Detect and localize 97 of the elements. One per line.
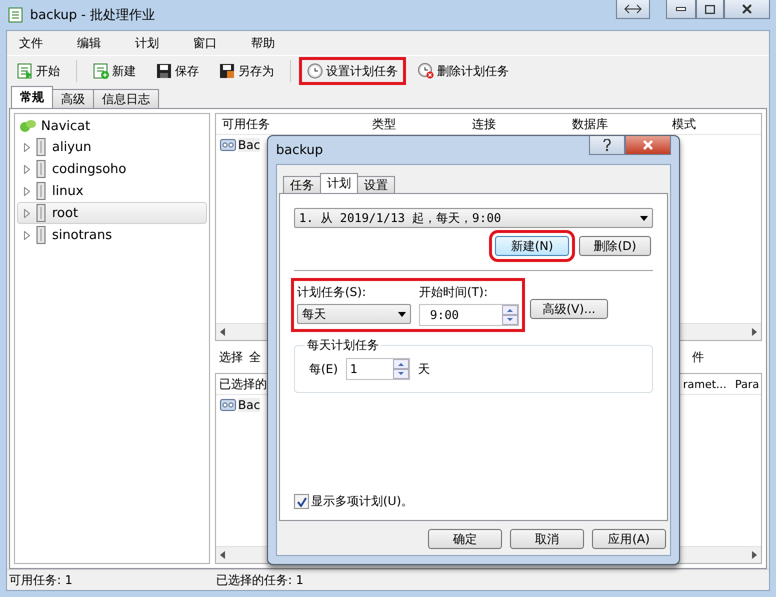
checkbox[interactable] (294, 494, 309, 509)
toolbar-button[interactable]: 删除计划任务 (410, 57, 517, 85)
toolbar-label[interactable]: 全 (249, 348, 261, 366)
task-name[interactable]: Bac (238, 138, 260, 152)
menu-item[interactable]: 帮助 (245, 34, 303, 52)
server-icon (36, 138, 46, 156)
close-icon (742, 4, 752, 14)
column-header[interactable]: 连接 (466, 116, 566, 132)
close-button[interactable] (724, 0, 770, 19)
clock-delete-icon (418, 63, 434, 79)
server-icon (36, 160, 46, 178)
save-icon (156, 63, 172, 79)
tree-root[interactable]: Navicat (41, 118, 90, 134)
schedule-dropdown[interactable]: 1. 从 2019/1/13 起，每天，9:00 (294, 208, 653, 228)
task-name[interactable]: Bac (238, 398, 260, 412)
dialog-button[interactable]: 确定 (428, 529, 502, 549)
status-text: 已选择的任务: 1 (215, 572, 304, 588)
field-label: 每(E) (308, 360, 338, 378)
menu-item[interactable]: 编辑 (71, 34, 129, 52)
toolbar-label[interactable]: 选择 (215, 348, 249, 366)
column-header[interactable]: 数据库 (566, 116, 666, 132)
tab[interactable]: 计划 (320, 173, 358, 193)
schedule-type-dropdown[interactable]: 每天 (297, 304, 411, 324)
expand-icon (24, 230, 30, 240)
window-title: backup - 批处理作业 (30, 7, 155, 24)
toolbar-button[interactable]: 保存 (148, 57, 207, 85)
tree-item[interactable]: root (17, 202, 207, 224)
spin-buttons[interactable] (392, 359, 409, 379)
tab[interactable]: 常规 (11, 86, 53, 108)
tab[interactable]: 设置 (357, 176, 395, 193)
dialog-title: backup (276, 142, 323, 158)
expand-icon (24, 186, 30, 196)
column-header[interactable]: 可用任务 (216, 116, 366, 132)
dropdown-arrow-icon (640, 216, 648, 220)
column-header[interactable]: 模式 (666, 116, 756, 132)
expand-icon (24, 164, 30, 174)
dialog-button[interactable]: 取消 (510, 529, 584, 549)
tab[interactable]: 信息日志 (93, 89, 159, 108)
menu-item[interactable]: 计划 (129, 34, 187, 52)
dialog-button[interactable]: 应用(A) (592, 529, 666, 549)
close-icon (643, 140, 653, 150)
close-button[interactable] (625, 136, 671, 155)
clock-icon (307, 63, 323, 79)
dropdown-arrow-icon (398, 312, 406, 316)
resize-button[interactable] (616, 0, 650, 19)
server-icon (36, 226, 46, 244)
toolbar-button[interactable]: 另存为 (211, 57, 282, 85)
advanced-button[interactable]: 高级(V)... (530, 299, 608, 319)
new-document-icon (93, 63, 109, 79)
check-icon (296, 496, 306, 506)
time-field[interactable]: 9:00 (419, 304, 519, 326)
column-header[interactable]: 类型 (366, 116, 466, 132)
expand-icon (24, 208, 30, 218)
task-icon (220, 399, 236, 411)
help-icon (603, 139, 611, 151)
tab[interactable]: 高级 (52, 89, 94, 108)
server-icon (36, 182, 46, 200)
app-icon (8, 7, 24, 23)
toolbar-button[interactable]: 设置计划任务 (299, 57, 406, 85)
number-field[interactable]: 1 (346, 358, 410, 380)
spin-buttons[interactable] (502, 305, 518, 325)
minimize-icon (676, 7, 686, 11)
group-title: 每天计划任务 (306, 337, 380, 354)
column-header[interactable]: ramet... (683, 378, 731, 390)
double-arrow-icon (624, 4, 642, 14)
task-icon (220, 139, 236, 151)
server-icon (36, 204, 46, 222)
scroll-left-icon[interactable] (220, 551, 225, 559)
column-header[interactable]: 已选择的 (216, 376, 268, 392)
minimize-button[interactable] (666, 0, 696, 19)
checkbox-label[interactable]: 显示多项计划(U)。 (311, 493, 414, 510)
scroll-right-icon[interactable] (752, 551, 757, 559)
menu-item[interactable]: 窗口 (187, 34, 245, 52)
maximize-button[interactable] (696, 0, 724, 19)
field-label: 计划任务(S): (297, 284, 368, 301)
tab[interactable]: 任务 (283, 176, 321, 193)
save-as-icon (219, 63, 235, 79)
expand-icon (24, 142, 30, 152)
leaf-icon (19, 118, 37, 134)
maximize-icon (705, 4, 715, 14)
tree-item[interactable]: aliyun (17, 136, 207, 158)
scroll-right-icon[interactable] (752, 328, 757, 336)
toolbar-button[interactable]: 开始 (9, 57, 68, 85)
start-icon (17, 63, 33, 79)
toolbar-button[interactable]: 新建 (85, 57, 144, 85)
menu-item[interactable]: 文件 (13, 34, 71, 52)
tree-item[interactable]: codingsoho (17, 158, 207, 180)
tree-item[interactable]: sinotrans (17, 224, 207, 246)
field-label: 开始时间(T): (419, 284, 489, 301)
column-header[interactable]: Para (731, 378, 761, 390)
unit-label: 天 (418, 360, 430, 378)
help-button[interactable] (589, 136, 625, 155)
tree-item[interactable]: linux (17, 180, 207, 202)
scroll-left-icon[interactable] (220, 328, 225, 336)
status-text: 可用任务: 1 (8, 572, 74, 588)
toolbar-label[interactable]: 件 (692, 348, 704, 366)
dialog-button[interactable]: 删除(D) (579, 236, 651, 256)
